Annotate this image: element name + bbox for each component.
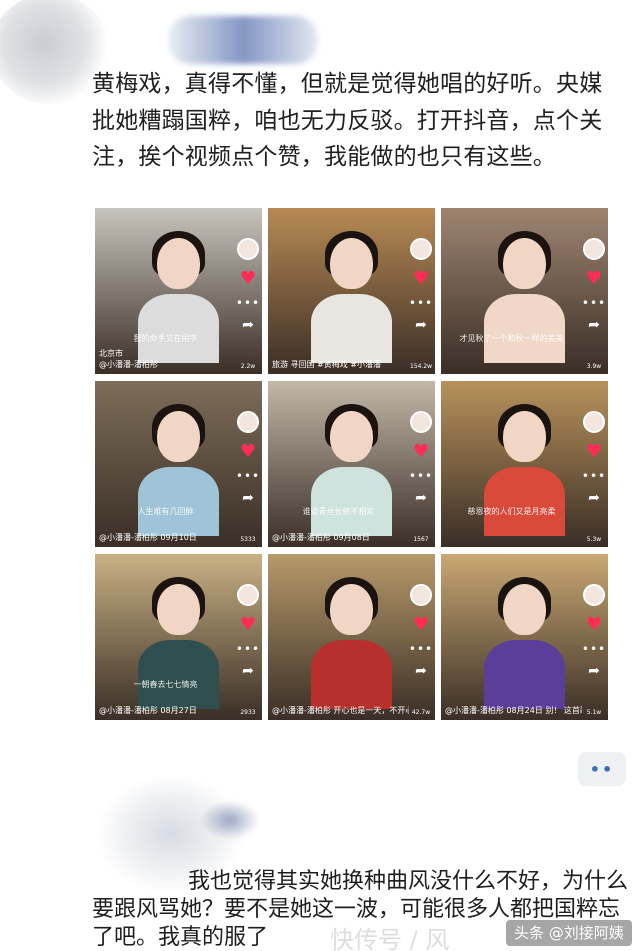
video-thumbnail[interactable]: ♥ ••• ➦ @小潘潘-潘柏彤 开心也是一天，不开心也是一42.7w [268, 554, 435, 720]
user-name-blurred[interactable] [168, 16, 318, 64]
creator-avatar-icon[interactable] [583, 411, 605, 433]
more-options-button[interactable]: •• [578, 752, 626, 786]
video-caption: 我的命手又在闹字 [133, 334, 198, 343]
share-count: 5.1w [586, 709, 602, 716]
video-author-date: @小潘潘-潘柏彤 [99, 360, 158, 369]
creator-avatar-icon[interactable] [410, 411, 432, 433]
performer-figure [311, 576, 392, 710]
video-author-date: @小潘潘-潘柏彤 08月27日 [99, 706, 197, 715]
heart-icon[interactable]: ♥ [240, 616, 256, 634]
comment-icon[interactable]: ••• [409, 643, 433, 655]
video-thumbnail[interactable]: ♥ ••• ➦ 慈恩夜的人们又是月亮柔 5.3w [441, 381, 608, 547]
heart-icon[interactable]: ♥ [586, 443, 602, 461]
video-action-bar: ♥ ••• ➦ [236, 238, 260, 332]
share-icon[interactable]: ➦ [242, 318, 254, 332]
creator-avatar-icon[interactable] [237, 411, 259, 433]
heart-icon[interactable]: ♥ [240, 443, 256, 461]
heart-icon[interactable]: ♥ [586, 270, 602, 288]
creator-avatar-icon[interactable] [410, 584, 432, 606]
video-meta: @小潘潘-潘柏彤 09月08日 [272, 532, 409, 543]
video-thumbnail[interactable]: ♥ ••• ➦ 一朝春去七七情亮 @小潘潘-潘柏彤 08月27日 2933 [95, 554, 262, 720]
video-action-bar: ♥ ••• ➦ [236, 584, 260, 678]
video-action-bar: ♥ ••• ➦ [409, 411, 433, 505]
share-icon[interactable]: ➦ [242, 664, 254, 678]
comment-icon[interactable]: ••• [582, 470, 606, 482]
share-icon[interactable]: ➦ [588, 318, 600, 332]
share-count: 1567 [413, 536, 429, 543]
performer-figure [311, 230, 392, 364]
comment-icon[interactable]: ••• [582, 297, 606, 309]
share-count: 5.3w [586, 536, 602, 543]
source-tag: 头条 @刘接阿姨 [506, 920, 632, 946]
video-thumbnail[interactable]: ♥ ••• ➦ 谁道青丝长依不相欢 @小潘潘-潘柏彤 09月08日 1567 [268, 381, 435, 547]
video-caption: 才见秋了一个和秋一样的美美 [459, 334, 564, 343]
share-icon[interactable]: ➦ [415, 318, 427, 332]
video-action-bar: ♥ ••• ➦ [582, 238, 606, 332]
video-caption: 慈恩夜的人们又是月亮柔 [467, 507, 556, 516]
video-thumbnail[interactable]: ♥ ••• ➦ 我的命手又在闹字北京市 @小潘潘-潘柏彤 2.2w [95, 208, 262, 374]
creator-avatar-icon[interactable] [237, 238, 259, 260]
location-tag: 北京市 [99, 349, 123, 358]
creator-avatar-icon[interactable] [583, 238, 605, 260]
video-meta: @小潘潘-潘柏彤 09月10日 [99, 532, 236, 543]
video-meta: @小潘潘-潘柏彤 08月24日 别！ 这首歌你听过吗 [445, 705, 582, 716]
video-caption: 谁道青丝长依不相欢 [302, 507, 375, 516]
video-thumbnail[interactable]: ♥ ••• ➦ 才见秋了一个和秋一样的美美 3.9w [441, 208, 608, 374]
video-thumbnail[interactable]: ♥ ••• ➦ @小潘潘-潘柏彤 08月24日 别！ 这首歌你听过吗 5.1w [441, 554, 608, 720]
video-meta: @小潘潘-潘柏彤 08月27日 [99, 705, 236, 716]
share-count: 154.2w [410, 363, 433, 370]
comment-icon[interactable]: ••• [409, 470, 433, 482]
creator-avatar-icon[interactable] [237, 584, 259, 606]
commenter-name-blurred[interactable] [200, 800, 260, 840]
video-caption: 人生难有几回醉 [137, 507, 194, 516]
share-count: 2.2w [240, 363, 256, 370]
share-icon[interactable]: ➦ [588, 491, 600, 505]
heart-icon[interactable]: ♥ [413, 270, 429, 288]
heart-icon[interactable]: ♥ [240, 270, 256, 288]
video-meta: @小潘潘-潘柏彤 开心也是一天，不开心也是一 [272, 705, 409, 716]
post-text: 黄梅戏，真得不懂，但就是觉得她唱的好听。央媒批她糟蹋国粹，咱也无力反驳。打开抖音… [92, 71, 603, 170]
share-count: 3.9w [586, 363, 602, 370]
video-author-date: @小潘潘-潘柏彤 09月10日 [99, 533, 197, 542]
video-thumbnail[interactable]: ♥ ••• ➦ 人生难有几回醉 @小潘潘-潘柏彤 09月10日 5333 [95, 381, 262, 547]
video-author-date: @小潘潘-潘柏彤 09月08日 [272, 533, 370, 542]
video-author-date: @小潘潘-潘柏彤 开心也是一天，不开心也是一 [272, 706, 409, 715]
video-caption: 一朝春去七七情亮 [133, 680, 198, 689]
heart-icon[interactable]: ♥ [413, 443, 429, 461]
comment-icon[interactable]: ••• [236, 297, 260, 309]
comment-icon[interactable]: ••• [236, 643, 260, 655]
comment-icon[interactable]: ••• [582, 643, 606, 655]
share-icon[interactable]: ➦ [415, 491, 427, 505]
video-meta: 旅游 寻回国 #黄梅戏 #小潘潘 [272, 359, 409, 370]
video-author-date: @小潘潘-潘柏彤 08月24日 别！ 这首歌你听过吗 [445, 706, 582, 715]
video-action-bar: ♥ ••• ➦ [409, 584, 433, 678]
video-thumbnail-grid: ♥ ••• ➦ 我的命手又在闹字北京市 @小潘潘-潘柏彤 2.2w ♥ ••• ➦ 旅游 寻回国 … [95, 208, 608, 720]
creator-avatar-icon[interactable] [583, 584, 605, 606]
video-meta: 北京市 @小潘潘-潘柏彤 [99, 348, 236, 370]
comment-icon[interactable]: ••• [409, 297, 433, 309]
video-action-bar: ♥ ••• ➦ [582, 411, 606, 505]
watermark: 快传号 / 风 [330, 926, 450, 951]
heart-icon[interactable]: ♥ [413, 616, 429, 634]
share-count: 5333 [240, 536, 256, 543]
creator-avatar-icon[interactable] [410, 238, 432, 260]
share-icon[interactable]: ➦ [588, 664, 600, 678]
video-action-bar: ♥ ••• ➦ [236, 411, 260, 505]
video-action-bar: ♥ ••• ➦ [409, 238, 433, 332]
share-count: 2933 [240, 709, 256, 716]
share-count: 42.7w [411, 709, 431, 716]
comment-icon[interactable]: ••• [236, 470, 260, 482]
video-thumbnail[interactable]: ♥ ••• ➦ 旅游 寻回国 #黄梅戏 #小潘潘 154.2w [268, 208, 435, 374]
performer-figure [484, 576, 565, 710]
heart-icon[interactable]: ♥ [586, 616, 602, 634]
video-action-bar: ♥ ••• ➦ [582, 584, 606, 678]
share-icon[interactable]: ➦ [415, 664, 427, 678]
share-icon[interactable]: ➦ [242, 491, 254, 505]
video-author-date: 旅游 寻回国 #黄梅戏 #小潘潘 [272, 360, 382, 369]
